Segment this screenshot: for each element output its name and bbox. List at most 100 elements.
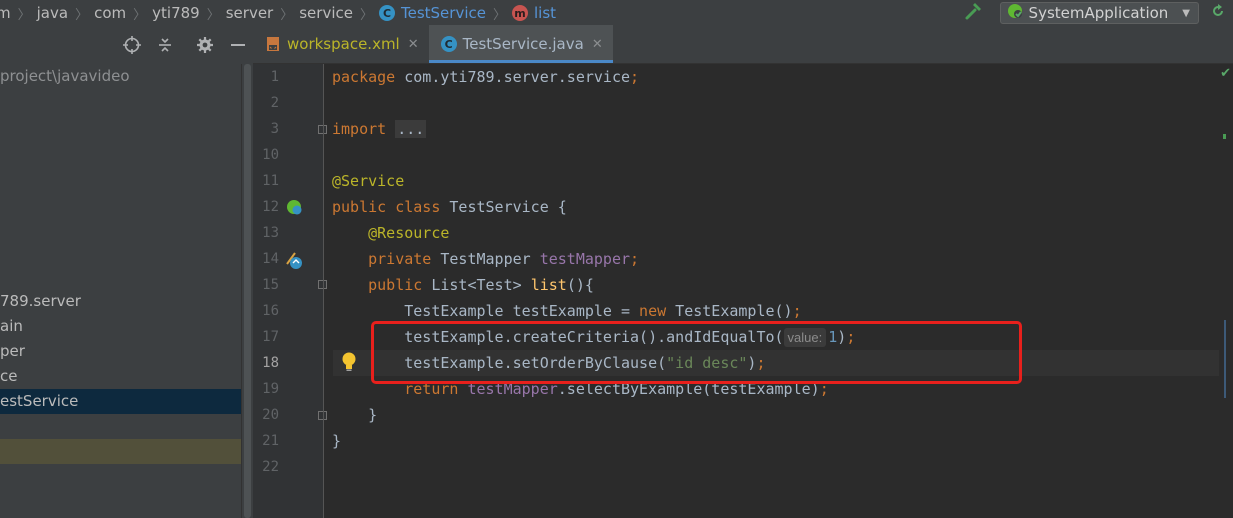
tree-item-label: ce	[0, 367, 18, 385]
error-stripe[interactable]: ✔	[1219, 64, 1233, 518]
tree-item[interactable]: 789.server	[0, 289, 253, 314]
code-token: package	[332, 68, 405, 86]
code-token: import	[332, 120, 396, 138]
code-token: public	[368, 276, 432, 294]
class-icon: C	[378, 5, 395, 21]
code-editor[interactable]: 1 2 3 10 11 12 13 14 15 16 17 18 19 20 2…	[253, 64, 1233, 518]
line-number: 22	[262, 459, 279, 475]
project-toolbar	[0, 26, 253, 64]
run-configuration-select[interactable]: SystemApplication ▼	[999, 2, 1199, 24]
tree-item-label: ain	[0, 317, 23, 335]
folded-region[interactable]: ...	[395, 120, 427, 138]
line-number: 20	[262, 407, 279, 423]
line-number: 3	[270, 121, 279, 137]
tree-item-project-root[interactable]: project\javavideo	[0, 64, 253, 89]
chevron-right-icon: 〉	[359, 7, 373, 23]
code-line: }	[332, 402, 377, 428]
breadcrumb-item-class[interactable]: C TestService	[378, 4, 486, 22]
code-token: ;	[630, 250, 640, 268]
tree-item[interactable]	[0, 414, 253, 439]
stripe-marker[interactable]	[1223, 134, 1226, 139]
tree-item-highlighted[interactable]	[0, 439, 253, 464]
code-line: private TestMapper testMapper;	[332, 246, 639, 272]
tree-item-label: project\javavideo	[0, 67, 130, 85]
code-line: import ...	[332, 116, 427, 142]
breadcrumb-label: com	[94, 4, 127, 22]
tab-label: TestService.java	[462, 35, 584, 53]
code-token: new	[639, 302, 676, 320]
code-token: public class	[332, 198, 450, 216]
line-number-current: 18	[262, 355, 279, 371]
chevron-down-icon: ▼	[1182, 7, 1190, 19]
run-configuration-label: SystemApplication	[1028, 4, 1169, 22]
spring-boot-icon	[1007, 3, 1023, 23]
close-icon[interactable]: ✕	[408, 37, 419, 52]
gear-icon[interactable]	[196, 36, 214, 54]
tab-label: workspace.xml	[287, 35, 400, 53]
code-token: TestService {	[449, 198, 567, 216]
breadcrumb-label: java	[36, 4, 69, 22]
chevron-right-icon: 〉	[75, 7, 89, 23]
chevron-right-icon: 〉	[133, 7, 147, 23]
chevron-right-icon: 〉	[17, 7, 31, 23]
chevron-right-icon: 〉	[280, 7, 294, 23]
breadcrumb-item[interactable]: com	[94, 4, 126, 22]
line-number: 19	[262, 381, 279, 397]
line-number: 2	[270, 95, 279, 111]
minimize-icon[interactable]	[229, 36, 247, 54]
code-token: TestMapper	[440, 250, 540, 268]
autowired-injection-icon[interactable]	[284, 250, 304, 274]
code-token: }	[332, 432, 342, 450]
close-icon[interactable]: ✕	[592, 37, 603, 52]
breadcrumb-item-method[interactable]: m list	[511, 4, 557, 22]
breadcrumb-item[interactable]: service	[299, 4, 353, 22]
scrollbar-thumb[interactable]	[244, 64, 251, 518]
code-token: ;	[792, 302, 802, 320]
tree-item[interactable]: ce	[0, 364, 253, 389]
spring-bean-icon[interactable]	[286, 199, 303, 220]
breadcrumb-label: list	[533, 4, 557, 22]
line-number: 21	[262, 433, 279, 449]
code-token: @Service	[332, 172, 405, 190]
breadcrumb: m 〉 java 〉 com 〉 yti789 〉 server 〉 servi…	[0, 0, 556, 26]
line-number: 13	[262, 225, 279, 241]
checkmark-icon[interactable]: ✔	[1220, 66, 1231, 81]
code-token: private	[368, 250, 441, 268]
breadcrumb-label: m	[0, 4, 11, 22]
tree-item[interactable]: ain	[0, 314, 253, 339]
rerun-icon[interactable]	[1209, 2, 1227, 24]
code-token: }	[332, 406, 378, 424]
gutter-divider	[323, 64, 324, 518]
breadcrumb-item[interactable]: yti789	[152, 4, 200, 22]
tree-item-selected[interactable]: estService	[0, 389, 253, 414]
editor-gutter: 1 2 3 10 11 12 13 14 15 16 17 18 19 20 2…	[253, 64, 327, 518]
breadcrumb-item[interactable]: java	[37, 4, 68, 22]
collapse-all-icon[interactable]	[156, 36, 174, 54]
class-icon: C	[440, 36, 457, 52]
line-number: 17	[262, 329, 279, 345]
locate-target-icon[interactable]	[123, 36, 141, 54]
code-area[interactable]: package com.yti789.server.service; impor…	[332, 64, 1212, 518]
sidebar-scrollbar[interactable]	[241, 64, 253, 518]
breadcrumb-item[interactable]: m	[0, 4, 11, 22]
tree-item-label: per	[0, 342, 25, 360]
tree-item[interactable]: per	[0, 339, 253, 364]
code-token: List<Test>	[431, 276, 531, 294]
tree-item-label: estService	[0, 392, 79, 410]
line-number: 14	[262, 251, 279, 267]
breadcrumb-item[interactable]: server	[226, 4, 273, 22]
line-number: 10	[262, 147, 279, 163]
breadcrumb-label: TestService	[400, 4, 486, 22]
tab-testservice-java[interactable]: C TestService.java ✕	[428, 25, 613, 63]
chevron-right-icon: 〉	[206, 7, 220, 23]
build-hammer-icon[interactable]	[964, 1, 984, 25]
stripe-marker[interactable]	[1224, 320, 1226, 398]
tab-workspace-xml[interactable]: workspace.xml ✕	[253, 25, 429, 63]
code-token: TestExample()	[675, 302, 793, 320]
xml-file-icon	[265, 36, 281, 52]
line-number: 15	[262, 277, 279, 293]
line-number: 11	[262, 173, 279, 189]
line-number: 16	[262, 303, 279, 319]
tree-item-label: 789.server	[0, 292, 81, 310]
